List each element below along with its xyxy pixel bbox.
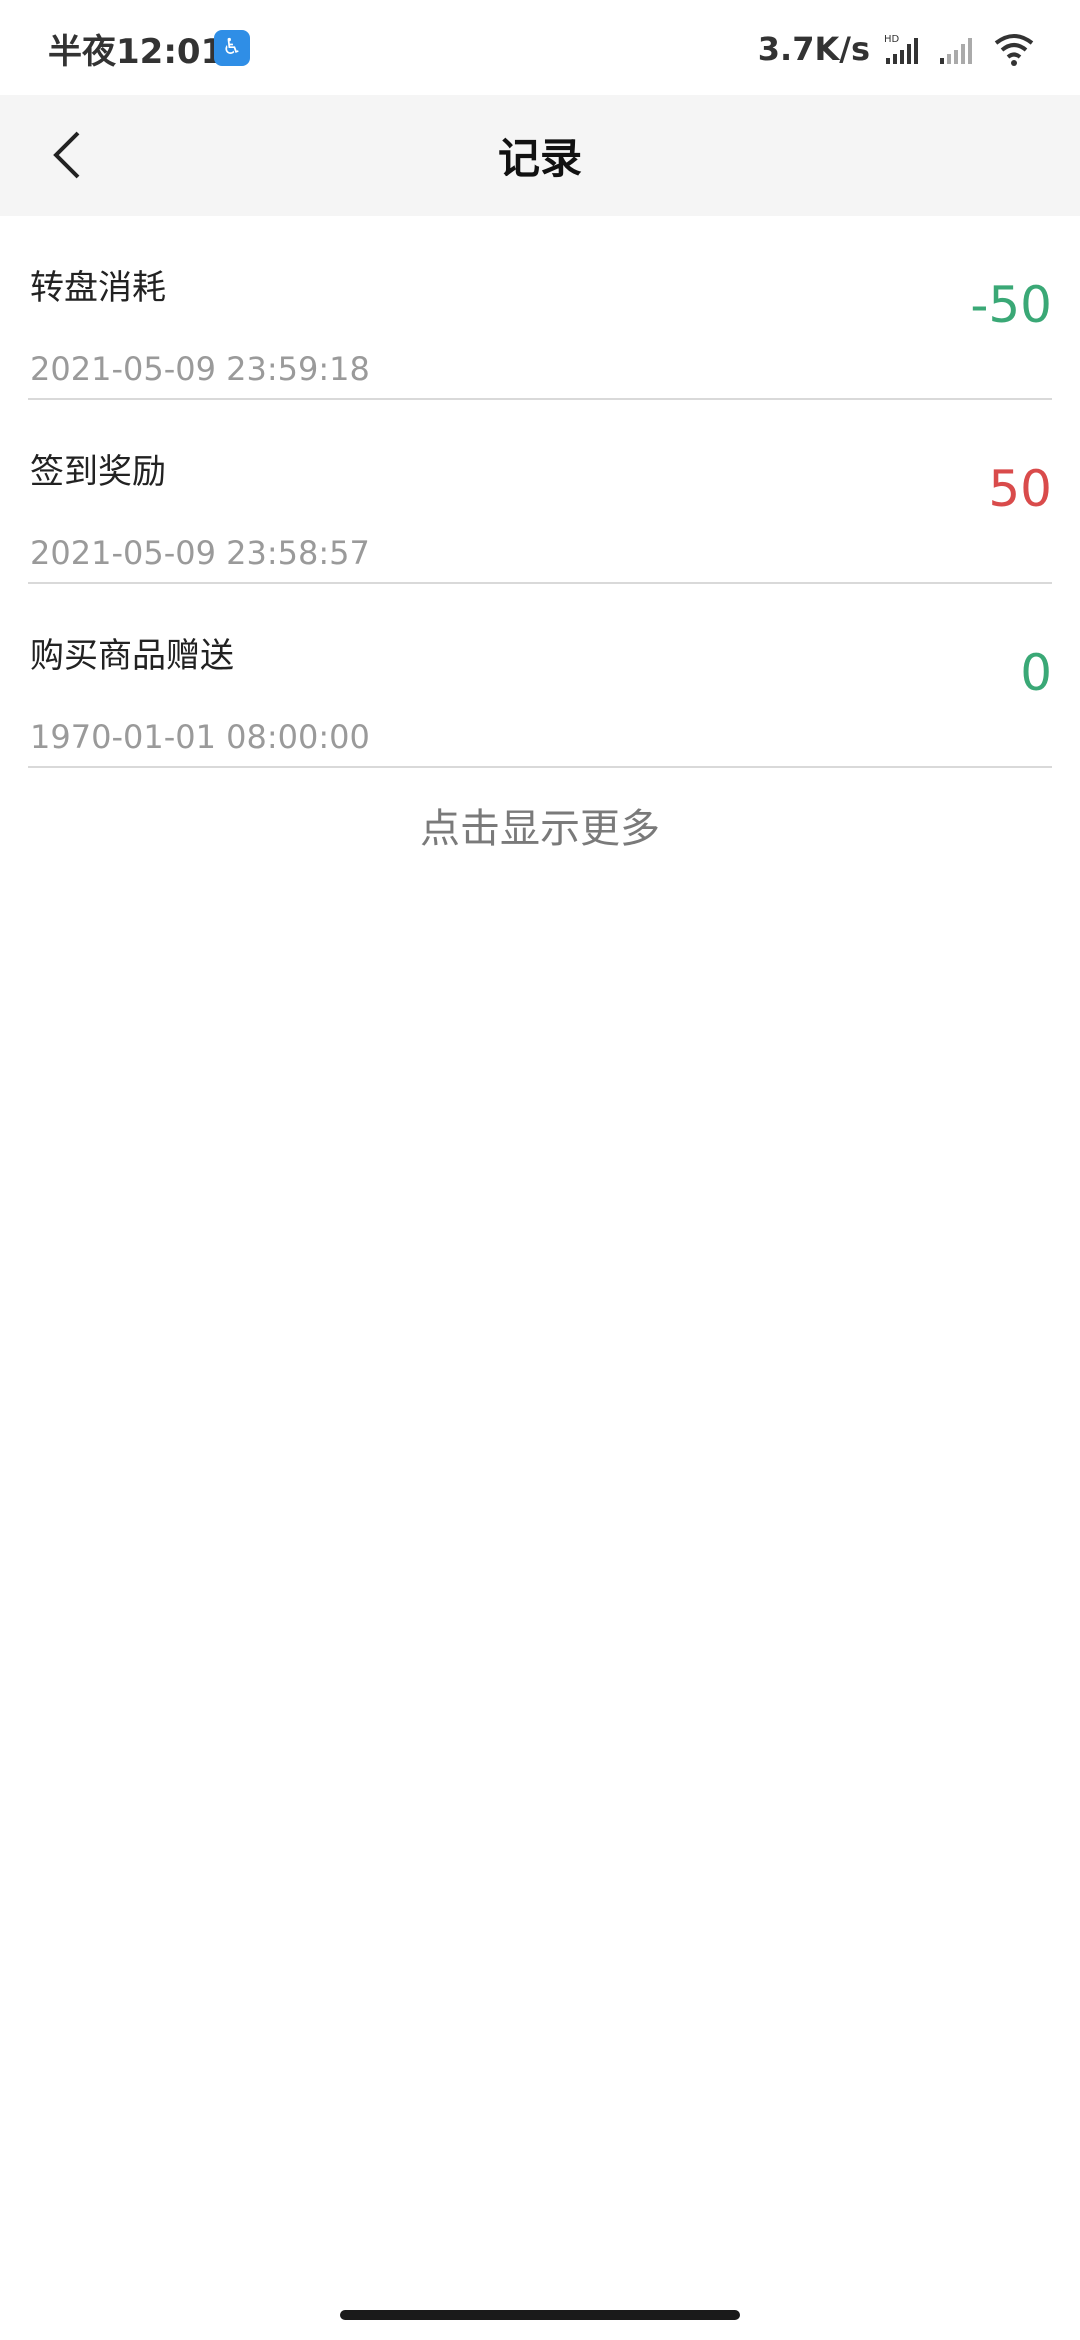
list-item[interactable]: 签到奖励 2021-05-09 23:58:57 50 <box>28 400 1052 584</box>
record-title: 转盘消耗 <box>30 268 166 308</box>
record-timestamp: 1970-01-01 08:00:00 <box>30 718 370 756</box>
record-title: 购买商品赠送 <box>30 636 234 676</box>
status-time: 半夜12:01 <box>48 32 225 72</box>
record-amount: 0 <box>1020 644 1052 702</box>
record-timestamp: 2021-05-09 23:58:57 <box>30 534 370 572</box>
home-indicator <box>340 2310 740 2320</box>
show-more-button[interactable]: 点击显示更多 <box>0 796 1080 854</box>
status-bar: 半夜12:01 ♿ 3.7K/s HD <box>0 0 1080 95</box>
wifi-icon <box>994 34 1034 66</box>
network-speed: 3.7K/s <box>757 30 870 68</box>
app-bar: 记录 <box>0 95 1080 216</box>
app-notification-icon: ♿ <box>214 30 250 66</box>
record-timestamp: 2021-05-09 23:59:18 <box>30 350 370 388</box>
record-amount: -50 <box>970 276 1052 334</box>
record-amount: 50 <box>988 460 1052 518</box>
signal-hd-icon: HD <box>884 34 918 64</box>
record-title: 签到奖励 <box>30 452 166 492</box>
page-title: 记录 <box>497 134 582 183</box>
signal-secondary-icon <box>940 38 972 64</box>
list-item[interactable]: 转盘消耗 2021-05-09 23:59:18 -50 <box>28 216 1052 400</box>
svg-text:HD: HD <box>884 34 900 45</box>
list-item[interactable]: 购买商品赠送 1970-01-01 08:00:00 0 <box>28 584 1052 768</box>
status-right-group: 3.7K/s HD <box>758 24 1036 74</box>
record-list: 转盘消耗 2021-05-09 23:59:18 -50 签到奖励 2021-0… <box>0 216 1080 768</box>
